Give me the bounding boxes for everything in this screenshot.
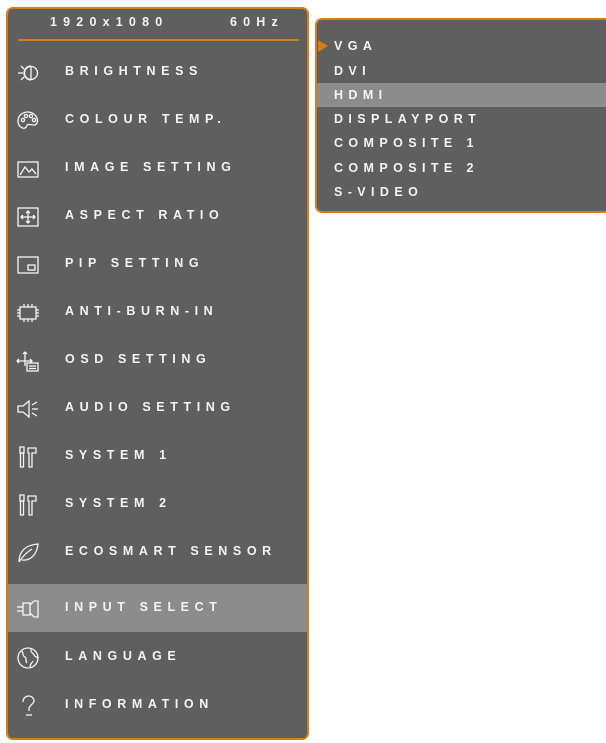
resolution-label: 1920x1080 bbox=[50, 15, 169, 29]
menu-item-aspect-ratio[interactable]: ASPECT RATIO bbox=[8, 192, 307, 240]
input-plug-icon bbox=[16, 597, 40, 621]
brightness-icon bbox=[16, 61, 40, 85]
tools-icon bbox=[16, 493, 40, 517]
submenu-item-label: VGA bbox=[334, 39, 378, 53]
menu-item-label: INPUT SELECT bbox=[65, 600, 223, 614]
menu-item-language[interactable]: LANGUAGE bbox=[8, 633, 307, 681]
chip-icon bbox=[16, 301, 40, 325]
menu-item-label: ANTI-BURN-IN bbox=[65, 304, 219, 318]
submenu-item-dvi[interactable]: DVI bbox=[317, 59, 606, 83]
submenu-item-label: DVI bbox=[334, 64, 372, 78]
submenu-item-label: COMPOSITE 2 bbox=[334, 161, 479, 175]
menu-item-ecosmart-sensor[interactable]: ECOSMART SENSOR bbox=[8, 528, 307, 576]
status-header: 1920x1080 60Hz bbox=[8, 9, 307, 41]
menu-item-label: IMAGE SETTING bbox=[65, 160, 237, 174]
current-selection-arrow-icon bbox=[318, 40, 328, 52]
menu-item-label: SYSTEM 1 bbox=[65, 448, 172, 462]
menu-item-system-2[interactable]: SYSTEM 2 bbox=[8, 480, 307, 528]
menu-item-pip-setting[interactable]: PIP SETTING bbox=[8, 240, 307, 288]
menu-item-anti-burn-in[interactable]: ANTI-BURN-IN bbox=[8, 288, 307, 336]
menu-item-brightness[interactable]: BRIGHTNESS bbox=[8, 48, 307, 96]
submenu-item-hdmi[interactable]: HDMI bbox=[317, 83, 606, 107]
menu-item-label: ECOSMART SENSOR bbox=[65, 544, 277, 558]
submenu-item-vga[interactable]: VGA bbox=[317, 34, 606, 58]
menu-item-label: INFORMATION bbox=[65, 697, 214, 711]
submenu-item-composite-1[interactable]: COMPOSITE 1 bbox=[317, 131, 606, 155]
menu-item-label: ASPECT RATIO bbox=[65, 208, 225, 222]
menu-item-colour-temp[interactable]: COLOUR TEMP. bbox=[8, 96, 307, 144]
menu-item-information[interactable]: INFORMATION bbox=[8, 681, 307, 729]
refresh-rate-label: 60Hz bbox=[230, 15, 284, 29]
question-icon bbox=[16, 694, 40, 718]
menu-item-osd-setting[interactable]: OSD SETTING bbox=[8, 336, 307, 384]
submenu-item-s-video[interactable]: S-VIDEO bbox=[317, 180, 606, 204]
palette-icon bbox=[16, 109, 40, 133]
image-icon bbox=[16, 157, 40, 181]
menu-item-label: BRIGHTNESS bbox=[65, 64, 203, 78]
globe-icon bbox=[16, 646, 40, 670]
submenu-item-composite-2[interactable]: COMPOSITE 2 bbox=[317, 156, 606, 180]
speaker-icon bbox=[16, 397, 40, 421]
submenu-item-displayport[interactable]: DISPLAYPORT bbox=[317, 107, 606, 131]
menu-item-system-1[interactable]: SYSTEM 1 bbox=[8, 432, 307, 480]
menu-item-audio-setting[interactable]: AUDIO SETTING bbox=[8, 384, 307, 432]
menu-item-image-setting[interactable]: IMAGE SETTING bbox=[8, 144, 307, 192]
leaf-icon bbox=[16, 541, 40, 565]
pip-icon bbox=[16, 253, 40, 277]
tools-icon bbox=[16, 445, 40, 469]
menu-item-label: PIP SETTING bbox=[65, 256, 205, 270]
menu-item-label: AUDIO SETTING bbox=[65, 400, 236, 414]
osd-icon bbox=[16, 349, 40, 373]
osd-main-menu: 1920x1080 60Hz BRIGHTNESS COLOUR TEMP. I… bbox=[6, 7, 309, 740]
menu-item-label: OSD SETTING bbox=[65, 352, 212, 366]
menu-item-label: SYSTEM 2 bbox=[65, 496, 172, 510]
menu-item-label: COLOUR TEMP. bbox=[65, 112, 227, 126]
aspect-ratio-icon bbox=[16, 205, 40, 229]
submenu-item-label: S-VIDEO bbox=[334, 185, 424, 199]
submenu-item-label: DISPLAYPORT bbox=[334, 112, 482, 126]
header-divider bbox=[18, 39, 299, 41]
input-select-submenu: VGA DVI HDMI DISPLAYPORT COMPOSITE 1 COM… bbox=[315, 18, 606, 213]
menu-item-input-select[interactable]: INPUT SELECT bbox=[8, 584, 307, 632]
submenu-item-label: HDMI bbox=[334, 88, 388, 102]
menu-item-label: LANGUAGE bbox=[65, 649, 182, 663]
submenu-item-label: COMPOSITE 1 bbox=[334, 136, 479, 150]
